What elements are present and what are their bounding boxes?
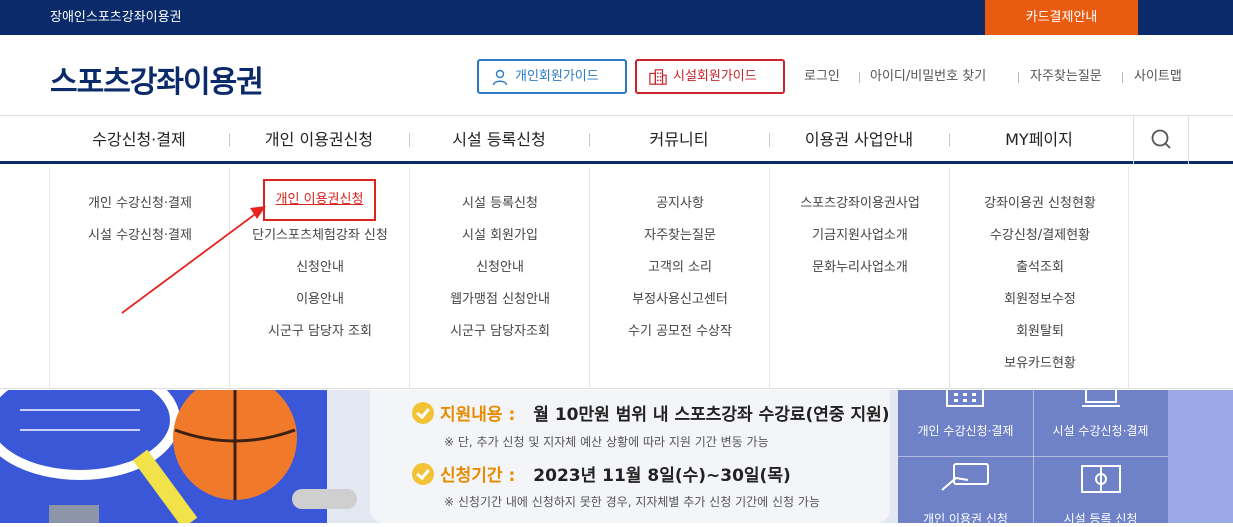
highlighted-submenu-personal-voucher[interactable]: 개인 이용권신청 [263,179,376,221]
global-navigation: 수강신청·결제 개인 이용권신청 시설 등록신청 커뮤니티 이용권 사업안내 M… [0,116,1233,164]
support-label: 지원내용 : [440,405,516,425]
faq-link[interactable]: 자주찾는질문 [1030,59,1102,94]
gnb-business-info[interactable]: 이용권 사업안내 [769,116,949,164]
search-icon [1151,129,1171,149]
submenu-attendance[interactable]: 출석조회 [950,256,1130,275]
calendar-icon [946,390,984,407]
period-row: 신청기간 : 2023년 11월 8일(수)~30일(목) [412,461,791,486]
check-icon [412,463,434,485]
period-value: 2023년 11월 8일(수)~30일(목) [533,466,791,486]
submenu-personal-voucher[interactable]: 개인 이용권신청 [265,181,374,219]
submenu-faq[interactable]: 자주찾는질문 [590,224,770,243]
util-divider [859,72,860,83]
gnb-facility-registration[interactable]: 시설 등록신청 [409,116,589,164]
submenu-payment-status[interactable]: 수강신청/결제현황 [950,224,1130,243]
util-divider [1018,72,1019,83]
card-hand-icon [941,463,989,491]
mega-menu: 개인 수강신청·결제 시설 수강신청·결제 단기스포츠체험강좌 신청 신청안내 … [0,167,1233,389]
submenu-customer-voice[interactable]: 고객의 소리 [590,256,770,275]
submenu-essay-winners[interactable]: 수기 공모전 수상작 [590,320,770,339]
submenu-facility-signup[interactable]: 시설 회원가입 [410,224,590,243]
laptop-icon [1082,390,1120,407]
submenu-voucher-status[interactable]: 강좌이용권 신청현황 [950,192,1130,211]
header: 스포츠강좌이용권 개인회원가이드 시설회원가이드 로그인 아이디/비밀번호 찾기… [0,35,1233,116]
site-logo[interactable]: 스포츠강좌이용권 [50,57,264,101]
submenu-web-merchant-guide[interactable]: 웹가맹점 신청안내 [410,288,590,307]
sports-illustration [0,390,297,523]
main-banner: 지원내용 : 월 10만원 범위 내 스포츠강좌 수강료(연중 지원) ※ 단, … [0,390,1233,526]
personal-member-guide-button[interactable]: 개인회원가이드 [477,59,627,94]
submenu-fraud-report[interactable]: 부정사용신고센터 [590,288,770,307]
submenu-fund-support[interactable]: 기금지원사업소개 [770,224,950,243]
quick-link-facility-registration[interactable]: 시설 등록 신청 [1033,510,1168,527]
submenu-short-term-trial[interactable]: 단기스포츠체험강좌 신청 [230,224,410,243]
submenu-withdraw[interactable]: 회원탈퇴 [950,320,1130,339]
mega-col-course-payment: 개인 수강신청·결제 시설 수강신청·결제 [49,167,229,389]
banner-edge-panel [1168,390,1233,523]
period-label: 신청기간 : [440,466,516,486]
banner-control-button[interactable] [49,505,99,523]
gnb-community[interactable]: 커뮤니티 [589,116,769,164]
submenu-sports-voucher-business[interactable]: 스포츠강좌이용권사업 [770,192,950,211]
check-icon [412,402,434,424]
facility-member-guide-button[interactable]: 시설회원가이드 [635,59,785,94]
gnb-my-page[interactable]: MY페이지 [949,116,1129,164]
field-icon [1081,465,1121,493]
submenu-facility-registration[interactable]: 시설 등록신청 [410,192,590,211]
support-note: ※ 단, 추가 신청 및 지자체 예산 상황에 따라 지원 기간 변동 가능 [444,435,769,449]
util-divider [1122,72,1123,83]
search-button[interactable] [1133,116,1189,164]
submenu-district-officer[interactable]: 시군구 담당자 조회 [230,320,410,339]
submenu-notice[interactable]: 공지사항 [590,192,770,211]
submenu-facility-application-guide[interactable]: 신청안내 [410,256,590,275]
facility-guide-label: 시설회원가이드 [673,69,757,84]
submenu-culture-nuri[interactable]: 문화누리사업소개 [770,256,950,275]
submenu-owned-cards[interactable]: 보유카드현황 [950,352,1130,371]
mega-col-my-page: 강좌이용권 신청현황 수강신청/결제현황 출석조회 회원정보수정 회원탈퇴 보유… [949,167,1129,389]
building-icon [649,69,667,85]
gnb-personal-voucher[interactable]: 개인 이용권신청 [229,116,409,164]
quick-link-divider [898,456,1168,457]
sitemap-link[interactable]: 사이트맵 [1134,59,1182,94]
submenu-application-guide[interactable]: 신청안내 [230,256,410,275]
personal-guide-label: 개인회원가이드 [515,69,599,84]
quick-link-facility-course[interactable]: 시설 수강신청·결제 [1033,422,1168,439]
mega-col-facility-registration: 시설 등록신청 시설 회원가입 신청안내 웹가맹점 신청안내 시군구 담당자조회 [409,167,589,389]
support-row: 지원내용 : 월 10만원 범위 내 스포츠강좌 수강료(연중 지원) [412,400,890,425]
submenu-district-officer-lookup[interactable]: 시군구 담당자조회 [410,320,590,339]
quick-link-personal-course[interactable]: 개인 수강신청·결제 [898,422,1033,439]
login-link[interactable]: 로그인 [804,59,840,94]
find-id-password-link[interactable]: 아이디/비밀번호 찾기 [870,59,986,94]
card-payment-button[interactable]: 카드결제안내 [985,0,1138,35]
banner-pill-decoration [292,489,357,509]
submenu-facility-course-payment[interactable]: 시설 수강신청·결제 [50,224,230,243]
period-note: ※ 신청기간 내에 신청하지 못한 경우, 지자체별 추가 신청 기간에 신청 … [444,495,820,509]
banner-sports-image [0,390,327,523]
quick-link-personal-voucher[interactable]: 개인 이용권 신청 [898,510,1033,527]
submenu-usage-guide[interactable]: 이용안내 [230,288,410,307]
person-icon [492,69,508,86]
mega-col-business-info: 스포츠강좌이용권사업 기금지원사업소개 문화누리사업소개 [769,167,949,389]
support-value: 월 10만원 범위 내 스포츠강좌 수강료(연중 지원) [533,405,890,425]
submenu-personal-course-payment[interactable]: 개인 수강신청·결제 [50,192,230,211]
top-bar: 장애인스포츠강좌이용권 카드결제안내 [0,0,1233,35]
mega-col-community: 공지사항 자주찾는질문 고객의 소리 부정사용신고센터 수기 공모전 수상작 [589,167,769,389]
gnb-course-payment[interactable]: 수강신청·결제 [49,116,229,164]
submenu-edit-profile[interactable]: 회원정보수정 [950,288,1130,307]
site-brand-link[interactable]: 장애인스포츠강좌이용권 [50,0,182,35]
